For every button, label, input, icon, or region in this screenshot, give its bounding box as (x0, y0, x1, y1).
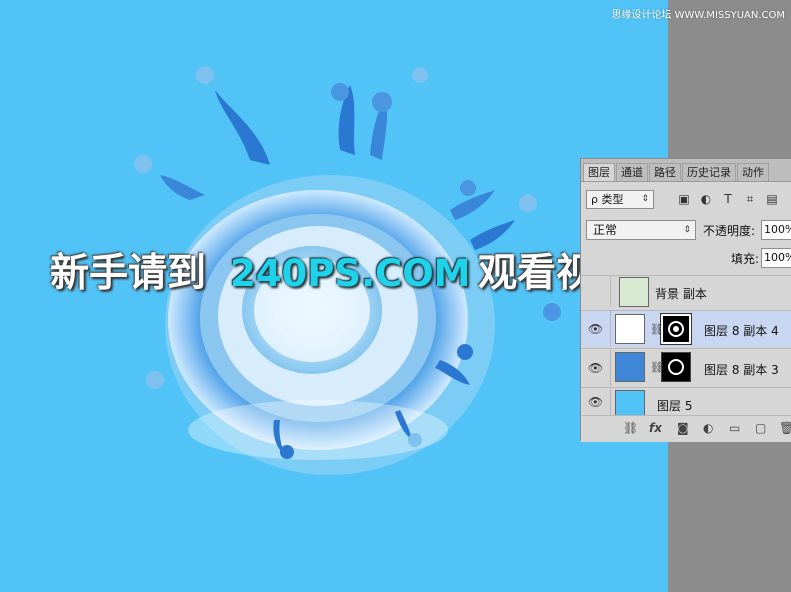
layer-thumbnail (615, 390, 645, 416)
link-layers-icon[interactable]: ⛓ (623, 421, 638, 435)
panel-tabs: 图层 通道 路径 历史记录 动作 (581, 159, 791, 182)
fill-row: 填充: 100% (581, 248, 791, 270)
fill-input[interactable]: 100% (761, 248, 791, 268)
type-filter-icon[interactable]: T (721, 192, 735, 206)
eye-icon[interactable]: 👁 (581, 349, 611, 386)
delete-icon[interactable]: 🗑 (779, 421, 791, 435)
new-group-icon[interactable]: ▭ (729, 421, 740, 435)
adjustment-layer-icon[interactable]: ◐ (703, 421, 713, 435)
eye-icon[interactable]: 👁 (581, 388, 611, 415)
opacity-input[interactable]: 100% (761, 220, 791, 240)
shape-filter-icon[interactable]: ⌗ (743, 192, 757, 206)
layer-name: 图层 5 (657, 399, 693, 413)
adjustment-filter-icon[interactable]: ◐ (699, 192, 713, 206)
stepper-icon: ⇕ (683, 225, 691, 235)
tab-channels[interactable]: 通道 (616, 163, 648, 181)
watermark: 思缘设计论坛 WWW.MISSYUAN.COM (611, 10, 785, 21)
tab-paths[interactable]: 路径 (649, 163, 681, 181)
layer-row[interactable]: 👁 ⛓ 图层 8 副本 3 (581, 348, 791, 386)
layer-thumbnail (615, 352, 645, 382)
eye-icon[interactable]: 👁 (581, 311, 611, 347)
layer-filter-select[interactable]: ρ 类型 ⇕ (586, 190, 654, 209)
layer-thumbnail (619, 277, 649, 307)
new-layer-icon[interactable]: ▢ (755, 421, 766, 435)
add-mask-icon[interactable]: ◙ (677, 421, 689, 435)
layers-footer-toolbar: ⛓ fx ◙ ◐ ▭ ▢ 🗑 (581, 415, 791, 442)
mask-splash-shape (668, 359, 684, 375)
blend-mode-value: 正常 (593, 223, 618, 237)
fill-label: 填充: (731, 252, 760, 266)
layer-thumbnail (615, 314, 645, 344)
layers-panel: 图层 通道 路径 历史记录 动作 ρ 类型 ⇕ ▣ ◐ T ⌗ ▤ 正常 ⇕ 不… (580, 158, 791, 442)
opacity-label: 不透明度: (703, 224, 756, 238)
layer-filter-label: ρ 类型 (591, 193, 624, 206)
image-filter-icon[interactable]: ▣ (677, 192, 691, 206)
smart-object-filter-icon[interactable]: ▤ (765, 192, 779, 206)
promo-text-left: 新手请到 (50, 251, 207, 296)
visibility-toggle-empty[interactable] (581, 276, 611, 307)
blend-row: 正常 ⇕ 不透明度: 100% (581, 220, 791, 242)
tab-layers[interactable]: 图层 (583, 163, 615, 181)
tab-actions[interactable]: 动作 (737, 163, 769, 181)
layer-name: 图层 8 副本 4 (704, 324, 779, 338)
fx-icon[interactable]: fx (649, 421, 662, 435)
blend-mode-select[interactable]: 正常 ⇕ (586, 220, 696, 240)
promo-text-site: 240PS.COM (230, 252, 471, 295)
stepper-icon: ⇕ (641, 194, 649, 204)
layer-mask-thumbnail[interactable] (661, 352, 691, 382)
tab-history[interactable]: 历史记录 (682, 163, 736, 181)
layer-filter-row: ρ 类型 ⇕ ▣ ◐ T ⌗ ▤ (581, 190, 791, 212)
layer-row[interactable]: 👁 图层 5 (581, 387, 791, 416)
layer-mask-thumbnail[interactable] (660, 313, 692, 345)
layer-name: 图层 8 副本 3 (704, 363, 779, 377)
layer-row-selected[interactable]: 👁 ⛓ 图层 8 副本 4 (581, 310, 791, 347)
mask-splash-shape (668, 321, 684, 337)
layer-row-background-copy[interactable]: 背景 副本 (581, 275, 791, 307)
layer-name: 背景 副本 (655, 287, 707, 301)
